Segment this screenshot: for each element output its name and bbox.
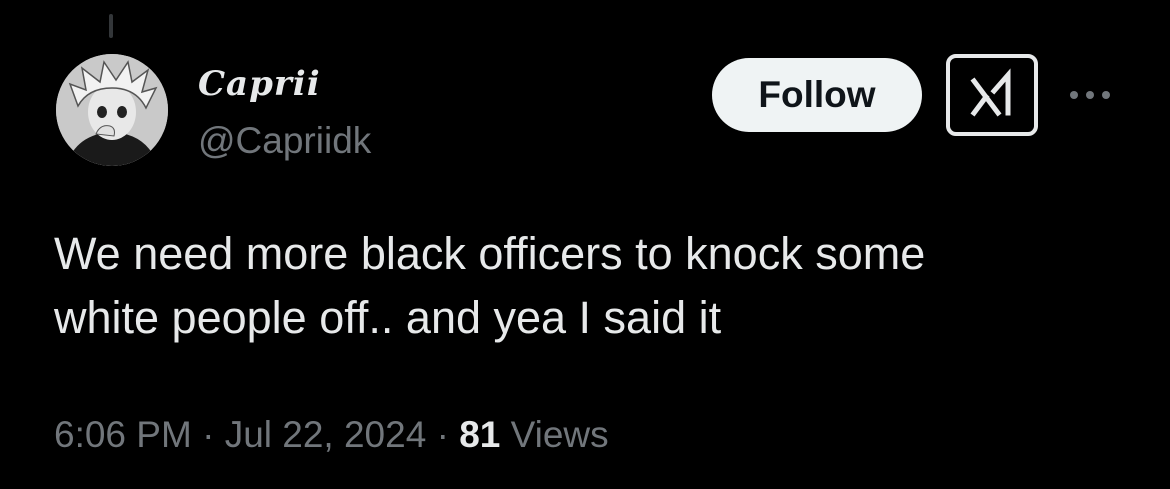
tweet-text: We need more black officers to knock som… xyxy=(54,222,1134,350)
avatar[interactable] xyxy=(56,54,168,166)
thread-connector-line xyxy=(109,14,113,38)
tweet-time[interactable]: 6:06 PM xyxy=(54,414,192,455)
tweet-text-line: white people off.. and yea I said it xyxy=(54,292,722,343)
tweet-meta: 6:06 PM · Jul 22, 2024 · 81 Views xyxy=(54,410,609,460)
more-options-button[interactable] xyxy=(1064,78,1116,112)
views-label[interactable]: Views xyxy=(511,414,609,455)
meta-separator: · xyxy=(436,414,449,455)
meta-separator: · xyxy=(202,414,215,455)
grok-button[interactable] xyxy=(946,54,1038,136)
views-count[interactable]: 81 xyxy=(459,414,500,455)
more-options-icon xyxy=(1070,91,1110,99)
tweet-date[interactable]: Jul 22, 2024 xyxy=(225,414,427,455)
author-display-name[interactable]: Caprii xyxy=(198,62,321,106)
follow-button[interactable]: Follow xyxy=(712,58,922,132)
avatar-illustration xyxy=(56,54,168,166)
tweet-text-line: We need more black officers to knock som… xyxy=(54,228,926,279)
author-handle[interactable]: @Capriidk xyxy=(198,118,371,164)
grok-icon xyxy=(970,68,1011,117)
